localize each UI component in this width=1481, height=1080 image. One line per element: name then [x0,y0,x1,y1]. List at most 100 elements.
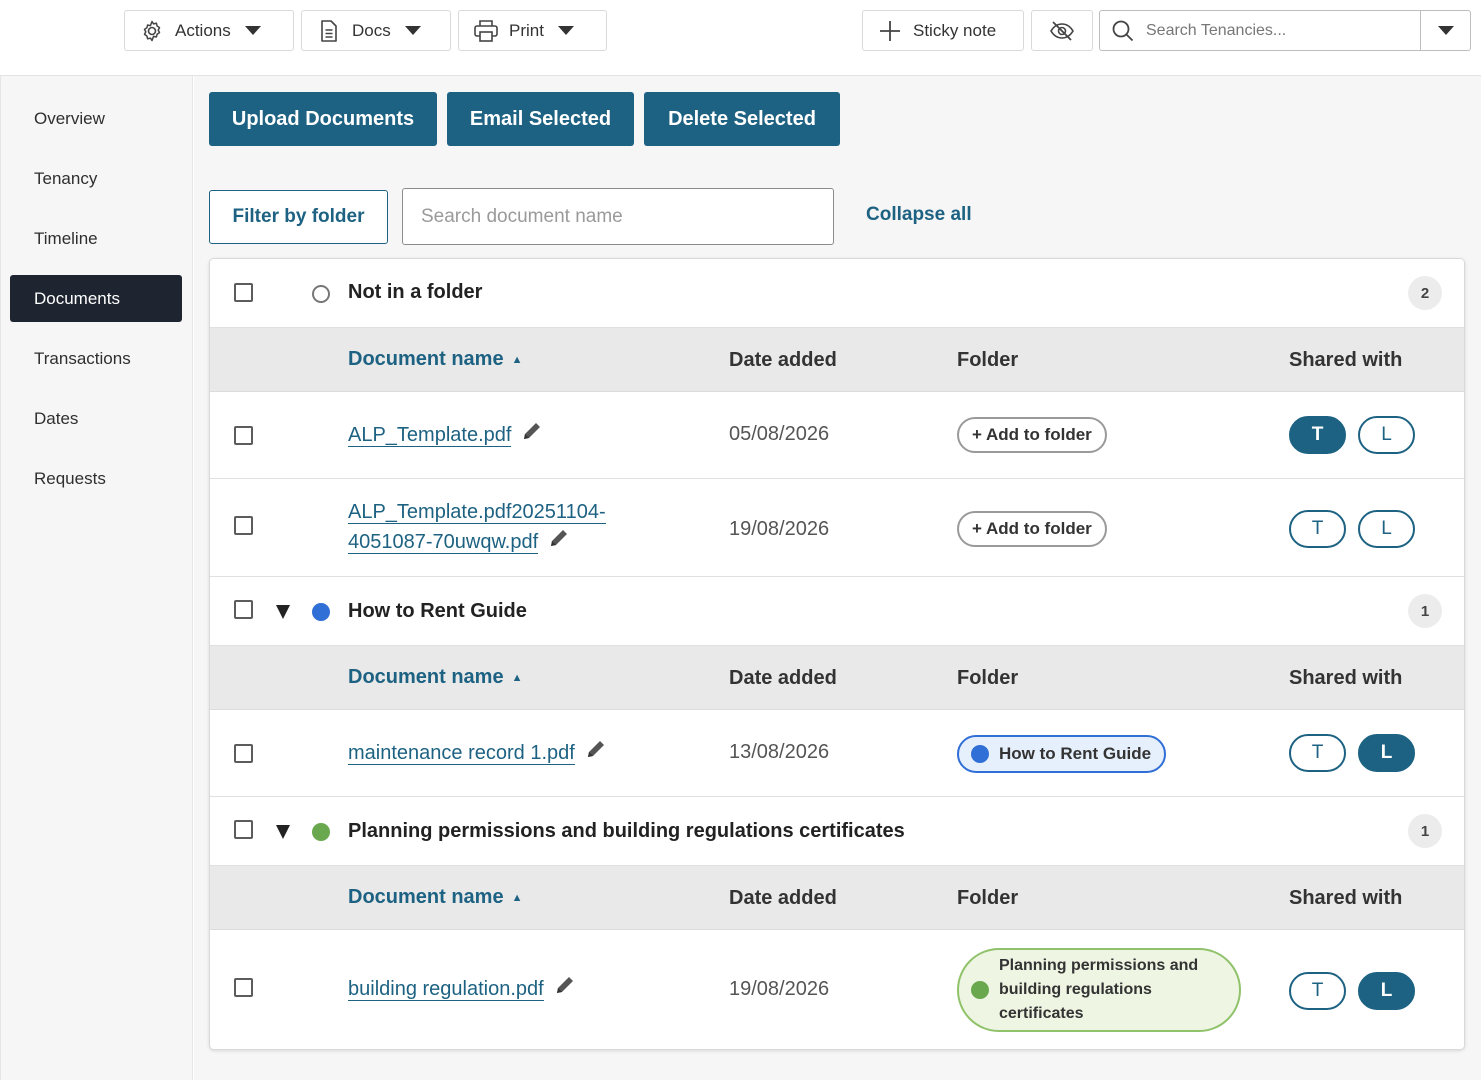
document-link[interactable]: ALP_Template.pdf [348,420,543,451]
main-content: Upload Documents Email Selected Delete S… [194,76,1481,1080]
row-checkbox[interactable] [234,516,253,535]
pencil-icon[interactable] [585,738,607,769]
tenancy-search-input[interactable]: Search Tenancies... [1146,22,1420,40]
folder-row[interactable]: Planning permissions and building regula… [210,797,1464,866]
document-search-input[interactable]: Search document name [402,188,834,245]
sidebar-item-documents[interactable]: Documents [10,275,182,322]
column-header-name-label: Document name [348,666,504,688]
column-header-date: Date added [729,349,837,371]
sidebar-item-tenancy[interactable]: Tenancy [10,155,182,202]
column-header-date: Date added [729,887,837,909]
shared-tenant-toggle[interactable]: T [1289,734,1346,772]
add-to-folder-button[interactable]: + Add to folder [957,417,1107,453]
table-header: Document name ▲ Date added Folder Shared … [210,866,1464,930]
date-added: 19/08/2026 [729,978,830,1000]
date-added: 19/08/2026 [729,518,830,540]
documents-table: Not in a folder 2 Document name ▲ Date ad… [209,258,1465,1050]
table-header: Document name ▲ Date added Folder Shared … [210,328,1464,392]
pencil-icon[interactable] [521,420,543,451]
folder-count-badge: 1 [1408,594,1442,628]
folder-pill-label-line2: building regulations [999,981,1152,998]
column-header-folder: Folder [957,887,1019,909]
date-added: 05/08/2026 [729,423,830,445]
column-header-shared: Shared with [1289,667,1403,689]
folder-pill-label: Planning permissions and building regula… [999,954,1198,1026]
table-row: ALP_Template.pdf20251104- 4051087-70uwqw.… [210,479,1464,577]
pencil-icon[interactable] [554,974,576,1005]
document-link[interactable]: building regulation.pdf [348,974,576,1005]
sidebar-item-dates[interactable]: Dates [10,395,182,442]
folder-checkbox[interactable] [234,600,253,619]
sidebar-item-requests[interactable]: Requests [10,455,182,502]
tenancy-search[interactable]: Search Tenancies... [1099,10,1471,51]
shared-tenant-toggle[interactable]: T [1289,972,1346,1010]
gear-icon [139,18,165,44]
sidebar-item-overview[interactable]: Overview [10,95,182,142]
document-name: ALP_Template.pdf [348,424,512,447]
folder-color-dot [971,981,989,999]
date-added: 13/08/2026 [729,741,830,763]
document-link[interactable]: maintenance record 1.pdf [348,738,607,769]
document-icon [316,18,342,44]
column-header-name[interactable]: Document name ▲ [348,348,522,371]
add-to-folder-button[interactable]: + Add to folder [957,511,1107,547]
delete-selected-button[interactable]: Delete Selected [644,92,840,146]
folder-name: How to Rent Guide [348,600,527,622]
docs-label: Docs [352,20,391,40]
document-name-line1: ALP_Template.pdf20251104- [348,501,606,524]
folder-pill[interactable]: Planning permissions and building regula… [957,948,1241,1032]
sidebar-item-transactions[interactable]: Transactions [10,335,182,382]
sort-asc-icon: ▲ [511,891,523,904]
document-link[interactable]: ALP_Template.pdf20251104- 4051087-70uwqw.… [348,497,606,558]
shared-tenant-toggle[interactable]: T [1289,510,1346,548]
sticky-note-button[interactable]: Sticky note [862,10,1024,51]
column-header-folder: Folder [957,667,1019,689]
print-button[interactable]: Print [458,10,607,51]
folder-checkbox[interactable] [234,820,253,839]
hide-button[interactable] [1031,10,1093,51]
collapse-triangle-icon[interactable] [276,825,290,839]
filter-by-folder-button[interactable]: Filter by folder [209,190,388,244]
folder-pill-label-line3: certificates [999,1005,1084,1022]
row-checkbox[interactable] [234,744,253,763]
chevron-down-icon [244,26,261,35]
pencil-icon[interactable] [548,527,570,558]
column-header-folder: Folder [957,349,1019,371]
docs-button[interactable]: Docs [301,10,451,51]
collapse-triangle-icon[interactable] [276,605,290,619]
column-header-shared: Shared with [1289,887,1403,909]
top-toolbar: Actions Docs Print Sticky note Search Te… [0,0,1481,76]
search-dropdown-button[interactable] [1420,11,1470,50]
folder-color-dot [312,603,330,621]
row-checkbox[interactable] [234,978,253,997]
chevron-down-icon [404,26,421,35]
actions-button[interactable]: Actions [124,10,294,51]
table-row: ALP_Template.pdf 05/08/2026 + Add to fol… [210,392,1464,479]
row-checkbox[interactable] [234,426,253,445]
folder-count-badge: 2 [1408,276,1442,310]
column-header-shared: Shared with [1289,349,1403,371]
document-name: building regulation.pdf [348,978,544,1001]
email-selected-button[interactable]: Email Selected [447,92,634,146]
column-header-date: Date added [729,667,837,689]
folder-row[interactable]: How to Rent Guide 1 [210,577,1464,646]
plus-icon [877,18,903,44]
folder-name: Planning permissions and building regula… [348,820,905,842]
sidebar-item-timeline[interactable]: Timeline [10,215,182,262]
collapse-all-link[interactable]: Collapse all [866,204,972,226]
shared-landlord-toggle[interactable]: L [1358,734,1415,772]
folder-pill[interactable]: How to Rent Guide [957,735,1167,773]
sidebar: Overview Tenancy Timeline Documents Tran… [0,76,193,1080]
folder-checkbox[interactable] [234,283,253,302]
search-icon [1100,19,1146,43]
print-label: Print [509,20,544,40]
column-header-name[interactable]: Document name ▲ [348,666,522,689]
sort-asc-icon: ▲ [511,353,523,366]
shared-tenant-toggle[interactable]: T [1289,416,1346,454]
upload-documents-button[interactable]: Upload Documents [209,92,437,146]
shared-landlord-toggle[interactable]: L [1358,510,1415,548]
folder-row[interactable]: Not in a folder 2 [210,259,1464,328]
column-header-name[interactable]: Document name ▲ [348,886,522,909]
shared-landlord-toggle[interactable]: L [1358,972,1415,1010]
shared-landlord-toggle[interactable]: L [1358,416,1415,454]
